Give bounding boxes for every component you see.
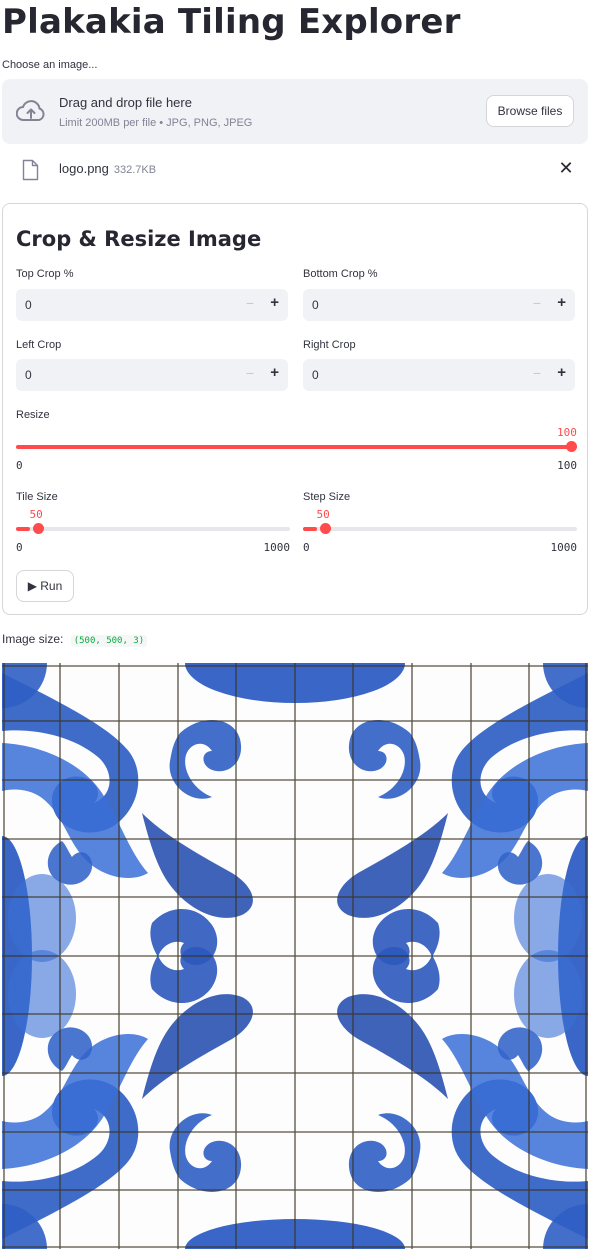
- slider-value-label: 50: [29, 508, 43, 521]
- azulejo-tile-image: [2, 663, 588, 1249]
- slider-min-label: 0: [16, 541, 23, 554]
- image-size-row: Image size: (500, 500, 3): [2, 632, 148, 647]
- left-crop-input[interactable]: 0 − +: [16, 359, 288, 391]
- resize-slider[interactable]: 100 0 100: [16, 426, 577, 474]
- top-crop-value[interactable]: 0: [25, 298, 32, 312]
- file-name: logo.png: [59, 161, 109, 176]
- bottom-crop-value[interactable]: 0: [312, 298, 319, 312]
- left-crop-increment-button[interactable]: +: [270, 364, 279, 381]
- bottom-crop-input[interactable]: 0 − +: [303, 289, 575, 321]
- top-crop-label: Top Crop %: [16, 268, 74, 280]
- file-dropzone[interactable]: Drag and drop file here Limit 200MB per …: [2, 79, 588, 144]
- top-crop-increment-button[interactable]: +: [270, 294, 279, 311]
- right-crop-decrement-button[interactable]: −: [533, 365, 541, 381]
- slider-thumb[interactable]: [320, 523, 331, 534]
- dropzone-limit-text: Limit 200MB per file • JPG, PNG, JPEG: [59, 117, 253, 129]
- slider-fill: [16, 527, 30, 531]
- right-crop-input[interactable]: 0 − +: [303, 359, 575, 391]
- file-icon: [22, 159, 39, 181]
- tile-size-slider[interactable]: 50 0 1000: [16, 508, 290, 556]
- left-crop-decrement-button[interactable]: −: [246, 365, 254, 381]
- slider-fill: [303, 527, 317, 531]
- bottom-crop-decrement-button[interactable]: −: [533, 295, 541, 311]
- slider-track[interactable]: [303, 523, 577, 534]
- tiled-image: [2, 663, 588, 1249]
- slider-thumb[interactable]: [33, 523, 44, 534]
- slider-value-label: 100: [557, 426, 577, 439]
- browse-files-button[interactable]: Browse files: [486, 95, 574, 127]
- step-size-slider[interactable]: 50 0 1000: [303, 508, 577, 556]
- dropzone-instructions: Drag and drop file here: [59, 95, 192, 110]
- step-size-label: Step Size: [303, 491, 351, 503]
- form-title: Crop & Resize Image: [16, 227, 262, 251]
- top-crop-decrement-button[interactable]: −: [246, 295, 254, 311]
- run-button[interactable]: ▶ Run: [16, 570, 74, 602]
- resize-label: Resize: [16, 409, 50, 421]
- right-crop-value[interactable]: 0: [312, 368, 319, 382]
- page-title: Plakakia Tiling Explorer: [2, 2, 461, 42]
- file-size: 332.7KB: [113, 164, 157, 176]
- bottom-crop-label: Bottom Crop %: [303, 268, 378, 280]
- slider-thumb[interactable]: [566, 441, 577, 452]
- crop-resize-form: Crop & Resize Image Top Crop % 0 − + Bot…: [2, 203, 588, 615]
- bottom-crop-increment-button[interactable]: +: [557, 294, 566, 311]
- slider-fill: [16, 445, 577, 449]
- slider-value-label: 50: [316, 508, 330, 521]
- slider-min-label: 0: [16, 459, 23, 472]
- cloud-upload-icon: [16, 100, 45, 122]
- uploaded-file-item: logo.png 332.7KB ✕: [2, 152, 588, 188]
- right-crop-increment-button[interactable]: +: [557, 364, 566, 381]
- top-crop-input[interactable]: 0 − +: [16, 289, 288, 321]
- image-size-value: (500, 500, 3): [70, 635, 148, 647]
- right-crop-label: Right Crop: [303, 339, 356, 351]
- remove-file-icon[interactable]: ✕: [556, 158, 576, 178]
- image-size-label: Image size:: [2, 632, 64, 646]
- slider-max-label: 1000: [550, 541, 578, 554]
- tile-size-label: Tile Size: [16, 491, 58, 503]
- slider-track[interactable]: [16, 523, 290, 534]
- slider-track[interactable]: [16, 441, 577, 452]
- slider-min-label: 0: [303, 541, 310, 554]
- left-crop-value[interactable]: 0: [25, 368, 32, 382]
- slider-max-label: 100: [557, 459, 577, 472]
- uploader-label: Choose an image...: [2, 59, 98, 71]
- left-crop-label: Left Crop: [16, 339, 62, 351]
- slider-max-label: 1000: [263, 541, 291, 554]
